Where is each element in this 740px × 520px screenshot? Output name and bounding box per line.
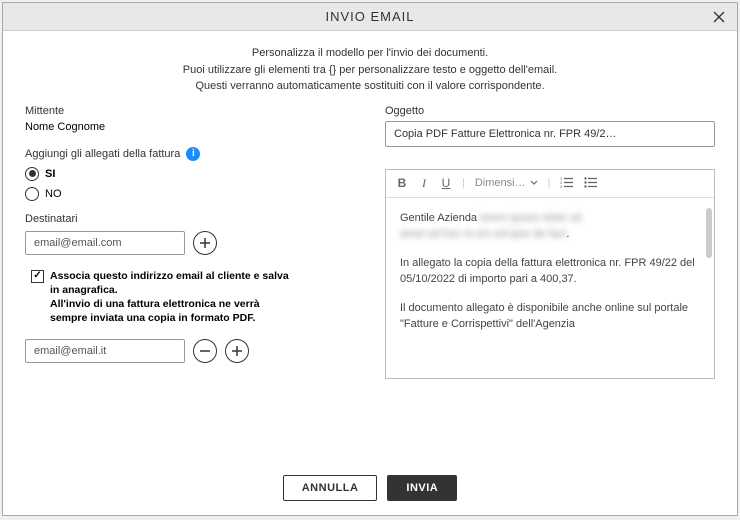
dialog-title: INVIO EMAIL [325,9,414,24]
attach-label: Aggiungi gli allegati della fattura [25,148,180,160]
intro-text: Personalizza il modello per l'invio dei … [3,31,737,101]
svg-text:3: 3 [560,184,563,188]
font-size-select[interactable]: Dimensi… [475,177,538,189]
sender-label: Mittente [25,105,355,117]
body-paragraph-2: In allegato la copia della fattura elett… [400,255,700,288]
minus-icon [199,345,211,357]
add-recipient-button-1[interactable] [193,231,217,255]
remove-recipient-button[interactable] [193,339,217,363]
editor-scrollbar[interactable] [706,208,712,258]
underline-button[interactable]: U [440,176,452,190]
subject-input[interactable]: Copia PDF Fatture Elettronica nr. FPR 49… [385,121,715,147]
recipient-input-2[interactable] [25,339,185,363]
dest-label: Destinatari [25,213,355,225]
radio-no[interactable] [25,187,39,201]
close-button[interactable] [709,7,729,27]
editor: B I U | Dimensi… | 123 [385,169,715,379]
ordered-list-button[interactable]: 123 [560,176,574,191]
radio-no-label: NO [45,188,62,200]
plus-icon [231,345,243,357]
recipient-input-1[interactable] [25,231,185,255]
associate-label: Associa questo indirizzo email al client… [50,269,291,326]
email-dialog: INVIO EMAIL Personalizza il modello per … [2,2,738,516]
italic-button[interactable]: I [418,176,430,191]
sender-name: Nome Cognome [25,121,355,133]
cancel-button[interactable]: ANNULLA [283,475,378,501]
associate-checkbox[interactable]: ✓ [31,270,44,283]
info-icon[interactable]: i [186,147,200,161]
dialog-footer: ANNULLA INVIA [3,475,737,501]
add-recipient-button-2[interactable] [225,339,249,363]
titlebar: INVIO EMAIL [3,3,737,31]
send-button[interactable]: INVIA [387,475,457,501]
radio-yes[interactable] [25,167,39,181]
editor-body[interactable]: Gentile Azienda lorem ipsum dolor sitame… [386,198,714,378]
plus-icon [199,237,211,249]
editor-toolbar: B I U | Dimensi… | 123 [386,170,714,198]
chevron-down-icon [530,180,538,186]
radio-yes-label: SI [45,168,55,180]
subject-label: Oggetto [385,105,715,117]
bullet-list-button[interactable] [584,176,598,191]
close-icon [712,10,726,24]
bold-button[interactable]: B [396,176,408,190]
body-paragraph-3: Il documento allegato è disponibile anch… [400,300,700,333]
